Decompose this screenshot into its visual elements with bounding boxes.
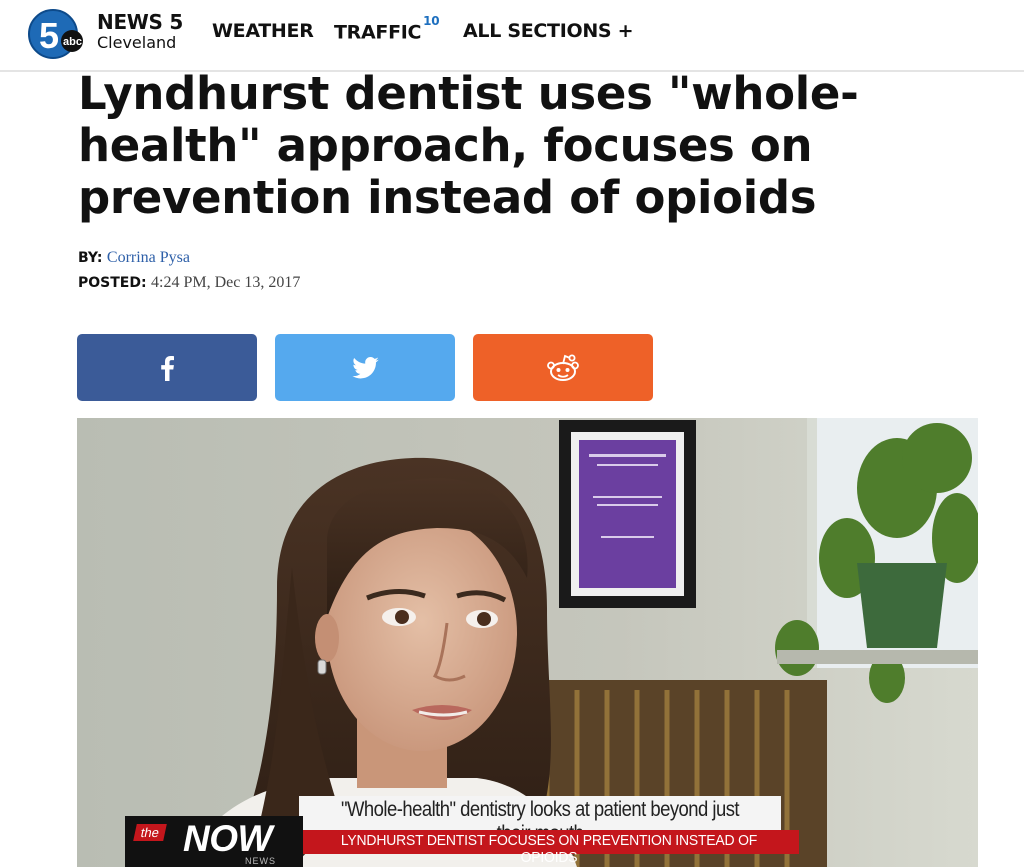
nav-all-sections[interactable]: ALL SECTIONS + (463, 20, 634, 42)
the-now-badge: the NOW NEWS (125, 816, 303, 867)
svg-text:5: 5 (39, 15, 59, 56)
nav-traffic[interactable]: TRAFFIC10 (334, 14, 440, 44)
posted-date: POSTED: 4:24 PM, Dec 13, 2017 (78, 274, 300, 292)
by-label: BY: (78, 250, 103, 266)
nav-traffic-label: TRAFFIC (334, 21, 422, 44)
article-video[interactable]: "Whole-health" dentistry looks at patien… (77, 418, 978, 867)
nav-weather[interactable]: WEATHER (212, 20, 314, 42)
posted-timestamp: 4:24 PM, Dec 13, 2017 (151, 274, 301, 291)
lower-third-subtitle: LYNDHURST DENTIST FOCUSES ON PREVENTION … (340, 832, 758, 866)
facebook-icon (161, 355, 174, 381)
traffic-count-badge: 10 (423, 14, 440, 28)
abc-5-logo-icon: 5 abc (28, 9, 83, 59)
badge-station: NEWS (245, 856, 276, 866)
byline: BY: Corrina Pysa (78, 249, 190, 267)
posted-label: POSTED: (78, 275, 147, 291)
author-link[interactable]: Corrina Pysa (107, 249, 190, 266)
twitter-icon (351, 356, 379, 378)
video-lower-third: "Whole-health" dentistry looks at patien… (299, 796, 781, 845)
brand-city: Cleveland (97, 33, 177, 52)
share-reddit-button[interactable] (473, 334, 653, 401)
share-twitter-button[interactable] (275, 334, 455, 401)
site-header: 5 abc NEWS 5 Cleveland WEATHER TRAFFIC10… (0, 0, 1024, 72)
share-facebook-button[interactable] (77, 334, 257, 401)
brand-news5: NEWS 5 (97, 10, 183, 34)
badge-now: NOW (183, 818, 272, 859)
svg-text:abc: abc (63, 36, 82, 48)
news5-logo[interactable]: 5 abc (27, 8, 89, 60)
article-headline: Lyndhurst dentist uses "whole-health" ap… (78, 67, 859, 224)
brand-name[interactable]: NEWS 5 Cleveland (97, 11, 183, 53)
video-lower-third-subtitle-bar: LYNDHURST DENTIST FOCUSES ON PREVENTION … (299, 830, 799, 866)
reddit-icon (547, 354, 579, 381)
badge-the: the (133, 824, 167, 841)
